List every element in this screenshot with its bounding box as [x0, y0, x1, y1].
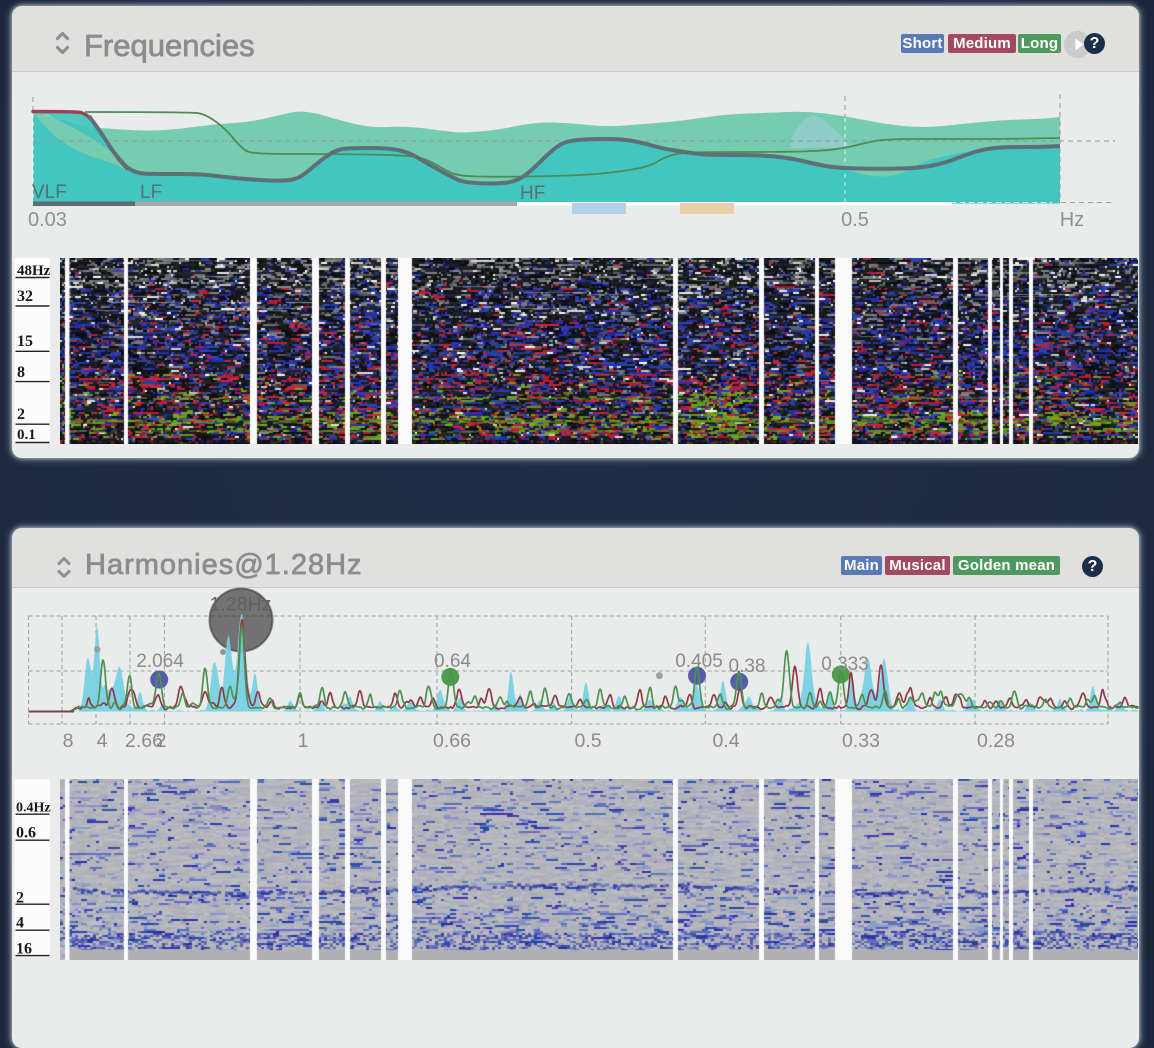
svg-text:0.405: 0.405: [675, 651, 723, 672]
svg-text:48Hz: 48Hz: [17, 263, 51, 279]
svg-text:Hz: Hz: [1060, 209, 1084, 231]
svg-text:2: 2: [17, 406, 25, 423]
svg-text:0.6: 0.6: [16, 825, 36, 842]
svg-text:2: 2: [156, 730, 167, 752]
svg-text:VLF: VLF: [32, 182, 67, 203]
svg-text:0.1: 0.1: [17, 427, 36, 443]
svg-text:0.38: 0.38: [729, 656, 766, 677]
svg-text:LF: LF: [140, 182, 162, 203]
svg-text:0.5: 0.5: [841, 209, 869, 231]
svg-text:8: 8: [63, 730, 74, 752]
svg-text:0.333: 0.333: [821, 654, 869, 675]
svg-text:0.5: 0.5: [574, 730, 601, 752]
svg-text:0.66: 0.66: [433, 730, 471, 752]
svg-text:0.03: 0.03: [28, 209, 67, 231]
svg-text:0.33: 0.33: [842, 730, 880, 752]
svg-text:0.28: 0.28: [977, 730, 1015, 752]
svg-text:8: 8: [17, 364, 25, 381]
svg-text:15: 15: [17, 333, 33, 350]
svg-text:4: 4: [97, 730, 108, 752]
svg-text:0.4: 0.4: [712, 730, 739, 752]
svg-text:2.064: 2.064: [136, 651, 184, 672]
svg-text:HF: HF: [520, 183, 545, 204]
svg-text:32: 32: [17, 288, 33, 305]
svg-text:4: 4: [16, 915, 24, 932]
svg-text:1.28Hz: 1.28Hz: [210, 594, 272, 616]
svg-text:0.4Hz: 0.4Hz: [16, 801, 51, 816]
svg-text:1: 1: [298, 730, 309, 752]
svg-text:0.64: 0.64: [434, 651, 471, 672]
